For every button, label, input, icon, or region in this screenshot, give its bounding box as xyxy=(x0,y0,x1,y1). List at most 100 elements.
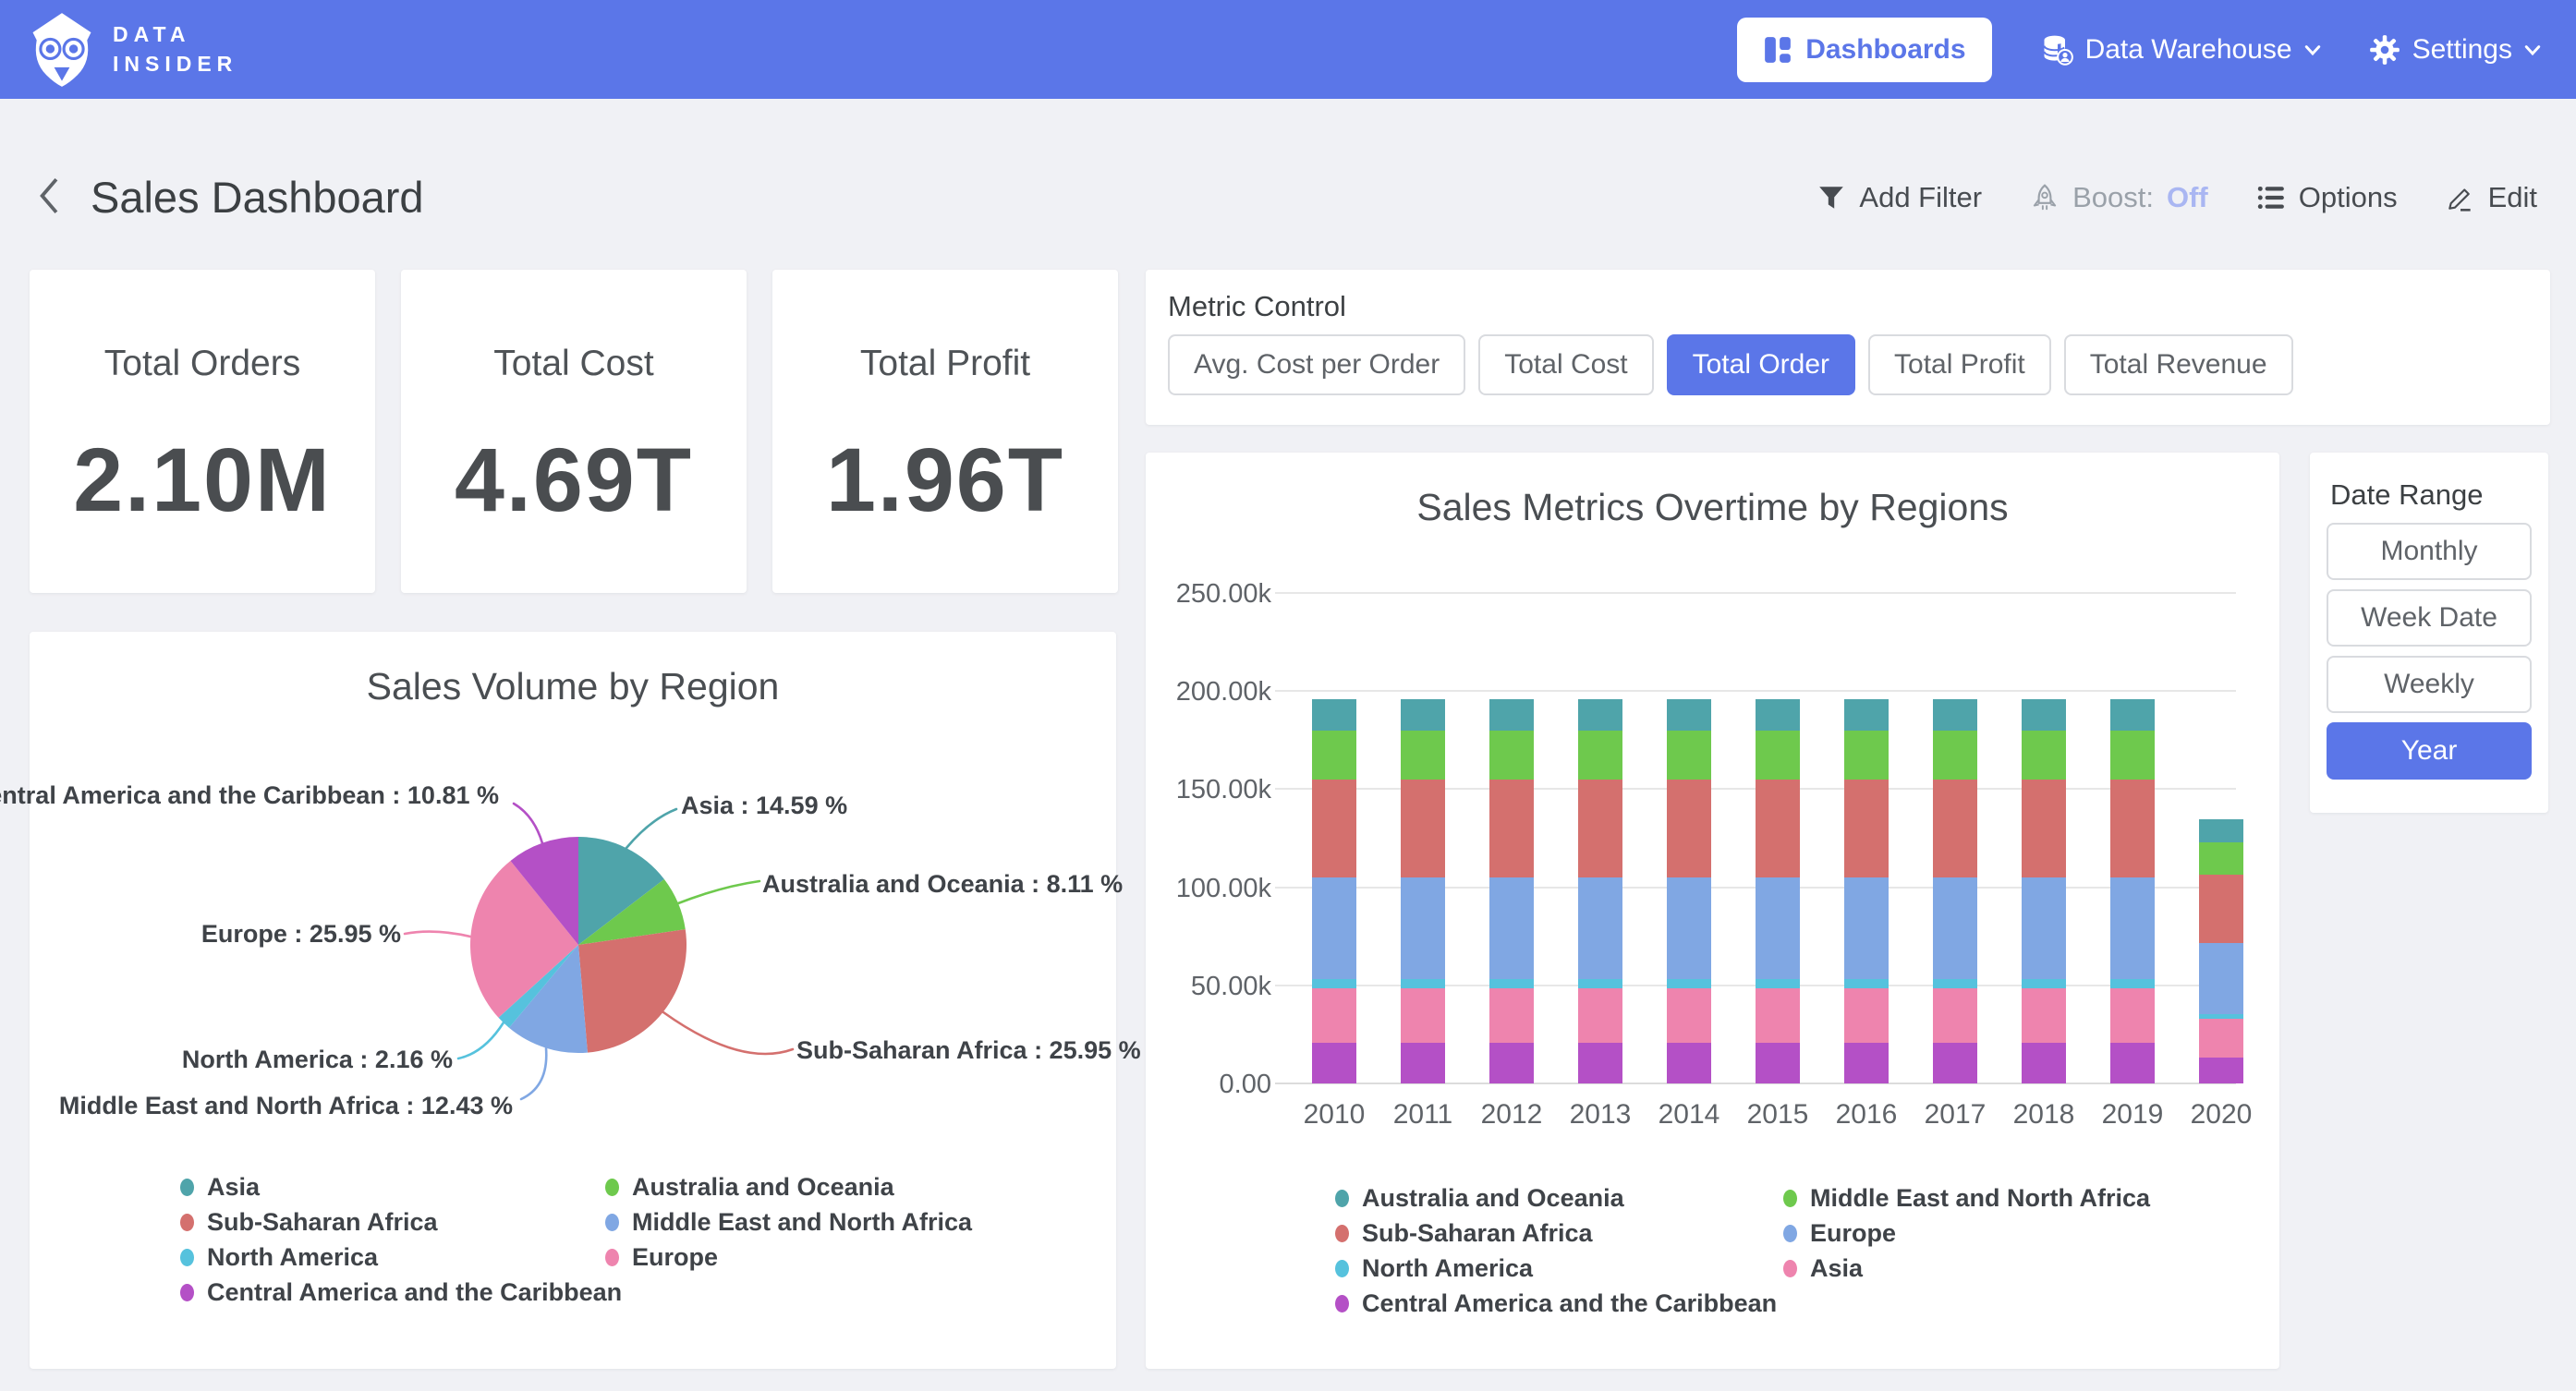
metric-option-avg-cost-per-order[interactable]: Avg. Cost per Order xyxy=(1168,334,1465,395)
bar-segment xyxy=(1489,780,1534,877)
stacked-bar-2017[interactable] xyxy=(1933,699,1977,1083)
bar-segment xyxy=(1489,988,1534,1043)
legend-item[interactable]: Europe xyxy=(1783,1216,2208,1251)
legend-item[interactable]: Australia and Oceania xyxy=(605,1169,1030,1204)
legend-item[interactable]: Sub-Saharan Africa xyxy=(180,1204,605,1240)
bar-segment xyxy=(1401,988,1445,1043)
bar-segment xyxy=(1756,1043,1800,1083)
nav-data-warehouse-label: Data Warehouse xyxy=(2085,34,2292,66)
date-option-year[interactable]: Year xyxy=(2327,722,2532,780)
legend-item[interactable]: North America xyxy=(180,1240,605,1275)
stacked-bar-2015[interactable] xyxy=(1756,699,1800,1083)
stacked-bar-2018[interactable] xyxy=(2022,699,2066,1083)
bar-segment xyxy=(1933,979,1977,988)
stacked-bar-2019[interactable] xyxy=(2110,699,2155,1083)
legend-item[interactable]: Central America and the Caribbean xyxy=(180,1275,605,1310)
y-axis-tick: 100.00k xyxy=(1151,874,1271,904)
bar-segment xyxy=(1756,979,1800,988)
bar-chart-plot xyxy=(1282,594,2236,1084)
dashboard-grid-icon xyxy=(1763,35,1792,65)
bar-segment xyxy=(1312,780,1356,877)
boost-label: Boost: xyxy=(2072,181,2154,214)
nav-settings-label: Settings xyxy=(2412,34,2512,66)
date-option-monthly[interactable]: Monthly xyxy=(2327,523,2532,580)
pie-slice[interactable] xyxy=(578,929,687,1052)
metric-option-total-order[interactable]: Total Order xyxy=(1667,334,1855,395)
boost-toggle[interactable]: Boost: Off xyxy=(2030,181,2208,214)
bar-segment xyxy=(1667,988,1711,1043)
stacked-bar-2010[interactable] xyxy=(1312,699,1356,1083)
legend-item[interactable]: Middle East and North Africa xyxy=(1783,1180,2208,1216)
legend-dot xyxy=(605,1214,619,1231)
legend-item[interactable]: Sub-Saharan Africa xyxy=(1335,1216,1783,1251)
add-filter-button[interactable]: Add Filter xyxy=(1817,181,1982,214)
nav-data-warehouse[interactable]: Data Warehouse xyxy=(2040,33,2321,67)
bar-segment xyxy=(1578,979,1622,988)
stacked-bar-2013[interactable] xyxy=(1578,699,1622,1083)
bar-segment xyxy=(1401,1043,1445,1083)
x-axis-tick: 2015 xyxy=(1733,1099,1822,1131)
pie-slice-label: Sub-Saharan Africa : 25.95 % xyxy=(796,1036,1141,1065)
legend-item[interactable]: Central America and the Caribbean xyxy=(1335,1286,1783,1321)
bar-legend: Australia and Oceania Sub-Saharan Africa N… xyxy=(1335,1180,2208,1321)
bar-segment xyxy=(1844,699,1889,731)
bar-segment xyxy=(1667,979,1711,988)
bar-segment xyxy=(2022,988,2066,1043)
bar-segment xyxy=(1933,988,1977,1043)
edit-button[interactable]: Edit xyxy=(2446,181,2537,214)
legend-item[interactable]: Asia xyxy=(1783,1251,2208,1286)
bar-segment xyxy=(1578,877,1622,979)
gear-icon xyxy=(2369,34,2400,66)
legend-label: North America xyxy=(207,1243,378,1272)
x-axis-tick: 2017 xyxy=(1911,1099,1999,1131)
bar-segment xyxy=(1312,1043,1356,1083)
legend-label: Australia and Oceania xyxy=(632,1173,894,1202)
x-axis-tick: 2012 xyxy=(1467,1099,1556,1131)
metric-control-title: Metric Control xyxy=(1168,290,1346,323)
bar-segment xyxy=(1667,1043,1711,1083)
legend-dot xyxy=(1783,1260,1797,1277)
stacked-bar-2016[interactable] xyxy=(1844,699,1889,1083)
metric-option-total-cost[interactable]: Total Cost xyxy=(1478,334,1653,395)
metric-option-total-profit[interactable]: Total Profit xyxy=(1868,334,2051,395)
bar-segment xyxy=(2110,731,2155,780)
stacked-bar-2020[interactable] xyxy=(2199,819,2243,1083)
bar-segment xyxy=(1933,731,1977,780)
legend-item[interactable]: Australia and Oceania xyxy=(1335,1180,1783,1216)
stacked-bar-2011[interactable] xyxy=(1401,699,1445,1083)
brand-line1: DATA xyxy=(113,20,237,49)
kpi-label: Total Cost xyxy=(493,344,653,384)
stacked-bar-2014[interactable] xyxy=(1667,699,1711,1083)
bar-segment xyxy=(1844,979,1889,988)
brand: DATA INSIDER xyxy=(26,11,237,89)
pie-slice-label: Central America and the Caribbean : 10.8… xyxy=(0,781,499,810)
date-option-week-date[interactable]: Week Date xyxy=(2327,589,2532,647)
options-button[interactable]: Options xyxy=(2256,181,2398,214)
stacked-bar-2012[interactable] xyxy=(1489,699,1534,1083)
legend-label: Europe xyxy=(632,1243,718,1272)
nav-dashboards[interactable]: Dashboards xyxy=(1737,18,1991,82)
bar-segment xyxy=(2022,731,2066,780)
bar-segment xyxy=(1578,988,1622,1043)
metric-control-buttons: Avg. Cost per OrderTotal CostTotal Order… xyxy=(1168,334,2293,395)
filter-funnel-icon xyxy=(1817,183,1846,212)
legend-label: Sub-Saharan Africa xyxy=(207,1208,438,1237)
chevron-down-icon xyxy=(2524,43,2541,56)
legend-dot xyxy=(1783,1190,1797,1207)
back-button[interactable] xyxy=(28,170,68,222)
bar-segment xyxy=(1844,780,1889,877)
legend-item[interactable]: Asia xyxy=(180,1169,605,1204)
nav-dashboards-label: Dashboards xyxy=(1805,34,1965,66)
legend-label: Sub-Saharan Africa xyxy=(1362,1219,1593,1248)
x-axis-tick: 2016 xyxy=(1822,1099,1911,1131)
legend-item[interactable]: Europe xyxy=(605,1240,1030,1275)
bar-segment xyxy=(2110,699,2155,731)
legend-item[interactable]: North America xyxy=(1335,1251,1783,1286)
metric-option-total-revenue[interactable]: Total Revenue xyxy=(2064,334,2293,395)
bar-segment xyxy=(1933,699,1977,731)
legend-item[interactable]: Middle East and North Africa xyxy=(605,1204,1030,1240)
bar-segment xyxy=(1312,877,1356,979)
nav-settings[interactable]: Settings xyxy=(2369,34,2541,66)
date-option-weekly[interactable]: Weekly xyxy=(2327,656,2532,713)
x-axis-tick: 2013 xyxy=(1556,1099,1645,1131)
